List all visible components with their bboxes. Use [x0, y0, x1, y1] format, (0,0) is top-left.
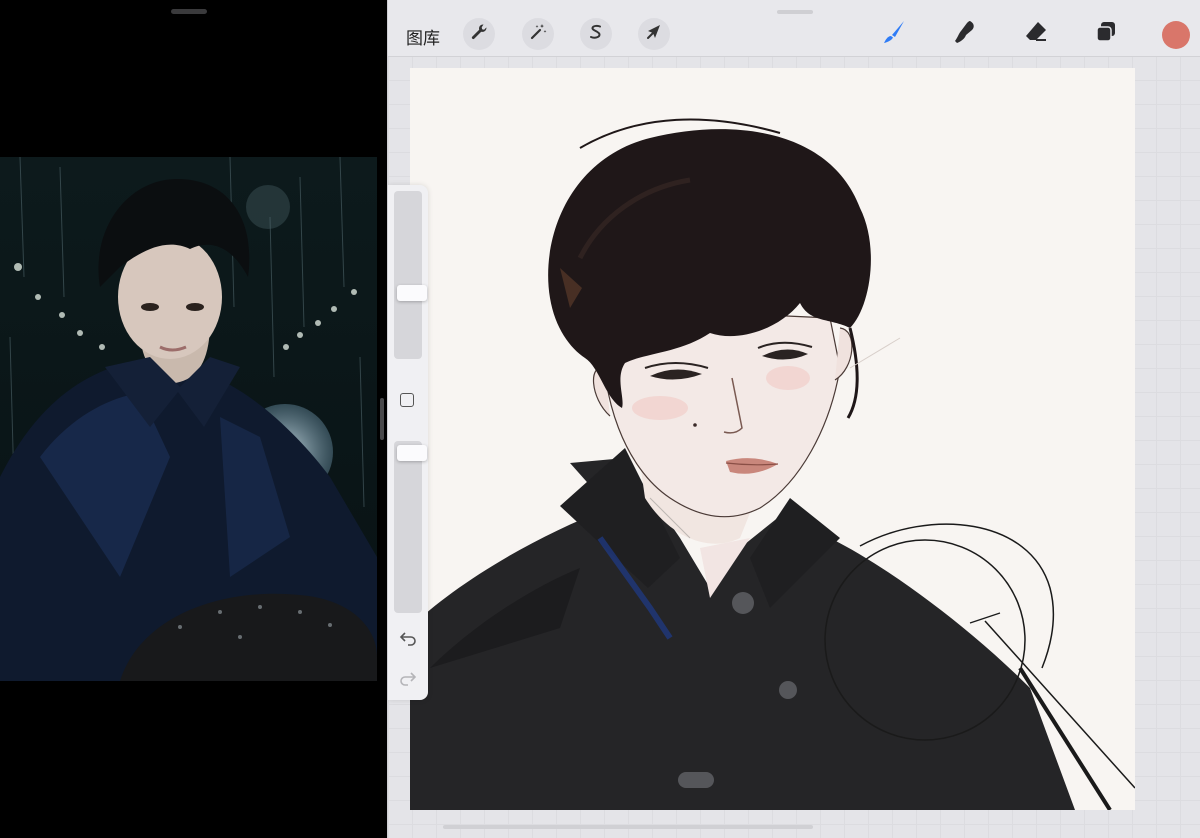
opacity-slider[interactable]	[394, 441, 427, 613]
top-toolbar: 图库	[388, 0, 1200, 57]
brush-size-thumb[interactable]	[397, 285, 427, 301]
magic-wand-icon	[529, 23, 547, 46]
reference-photo	[0, 157, 377, 681]
arrow-cursor-icon	[645, 23, 663, 46]
redo-icon	[399, 670, 417, 691]
gallery-button[interactable]: 图库	[406, 24, 440, 49]
transform-button[interactable]	[638, 18, 670, 50]
brush-sidebar	[388, 185, 428, 700]
window-grabber[interactable]	[171, 9, 207, 14]
window-grabber[interactable]	[777, 10, 813, 14]
smudge-button[interactable]	[949, 18, 981, 50]
smudge-icon	[952, 19, 978, 50]
home-indicator	[443, 825, 813, 829]
selection-s-icon	[587, 23, 605, 46]
opacity-thumb[interactable]	[397, 445, 427, 461]
redo-button[interactable]	[397, 670, 419, 690]
drawing-canvas[interactable]	[410, 68, 1135, 810]
actions-button[interactable]	[463, 18, 495, 50]
undo-button[interactable]	[397, 630, 419, 650]
adjustments-button[interactable]	[522, 18, 554, 50]
layers-icon	[1093, 19, 1119, 50]
color-picker-button[interactable]	[1162, 21, 1190, 49]
brush-size-slider[interactable]	[394, 191, 427, 359]
brush-icon	[880, 18, 908, 51]
eraser-button[interactable]	[1020, 18, 1052, 50]
eraser-icon	[1023, 19, 1049, 50]
wrench-icon	[470, 23, 488, 46]
layers-button[interactable]	[1090, 18, 1122, 50]
modify-button[interactable]	[400, 393, 414, 407]
brush-button[interactable]	[878, 18, 910, 50]
drawing-app: 图库	[387, 0, 1200, 838]
selection-button[interactable]	[580, 18, 612, 50]
undo-icon	[399, 630, 417, 651]
split-view-left-pane	[0, 0, 387, 838]
split-view-divider-handle[interactable]	[380, 398, 384, 440]
